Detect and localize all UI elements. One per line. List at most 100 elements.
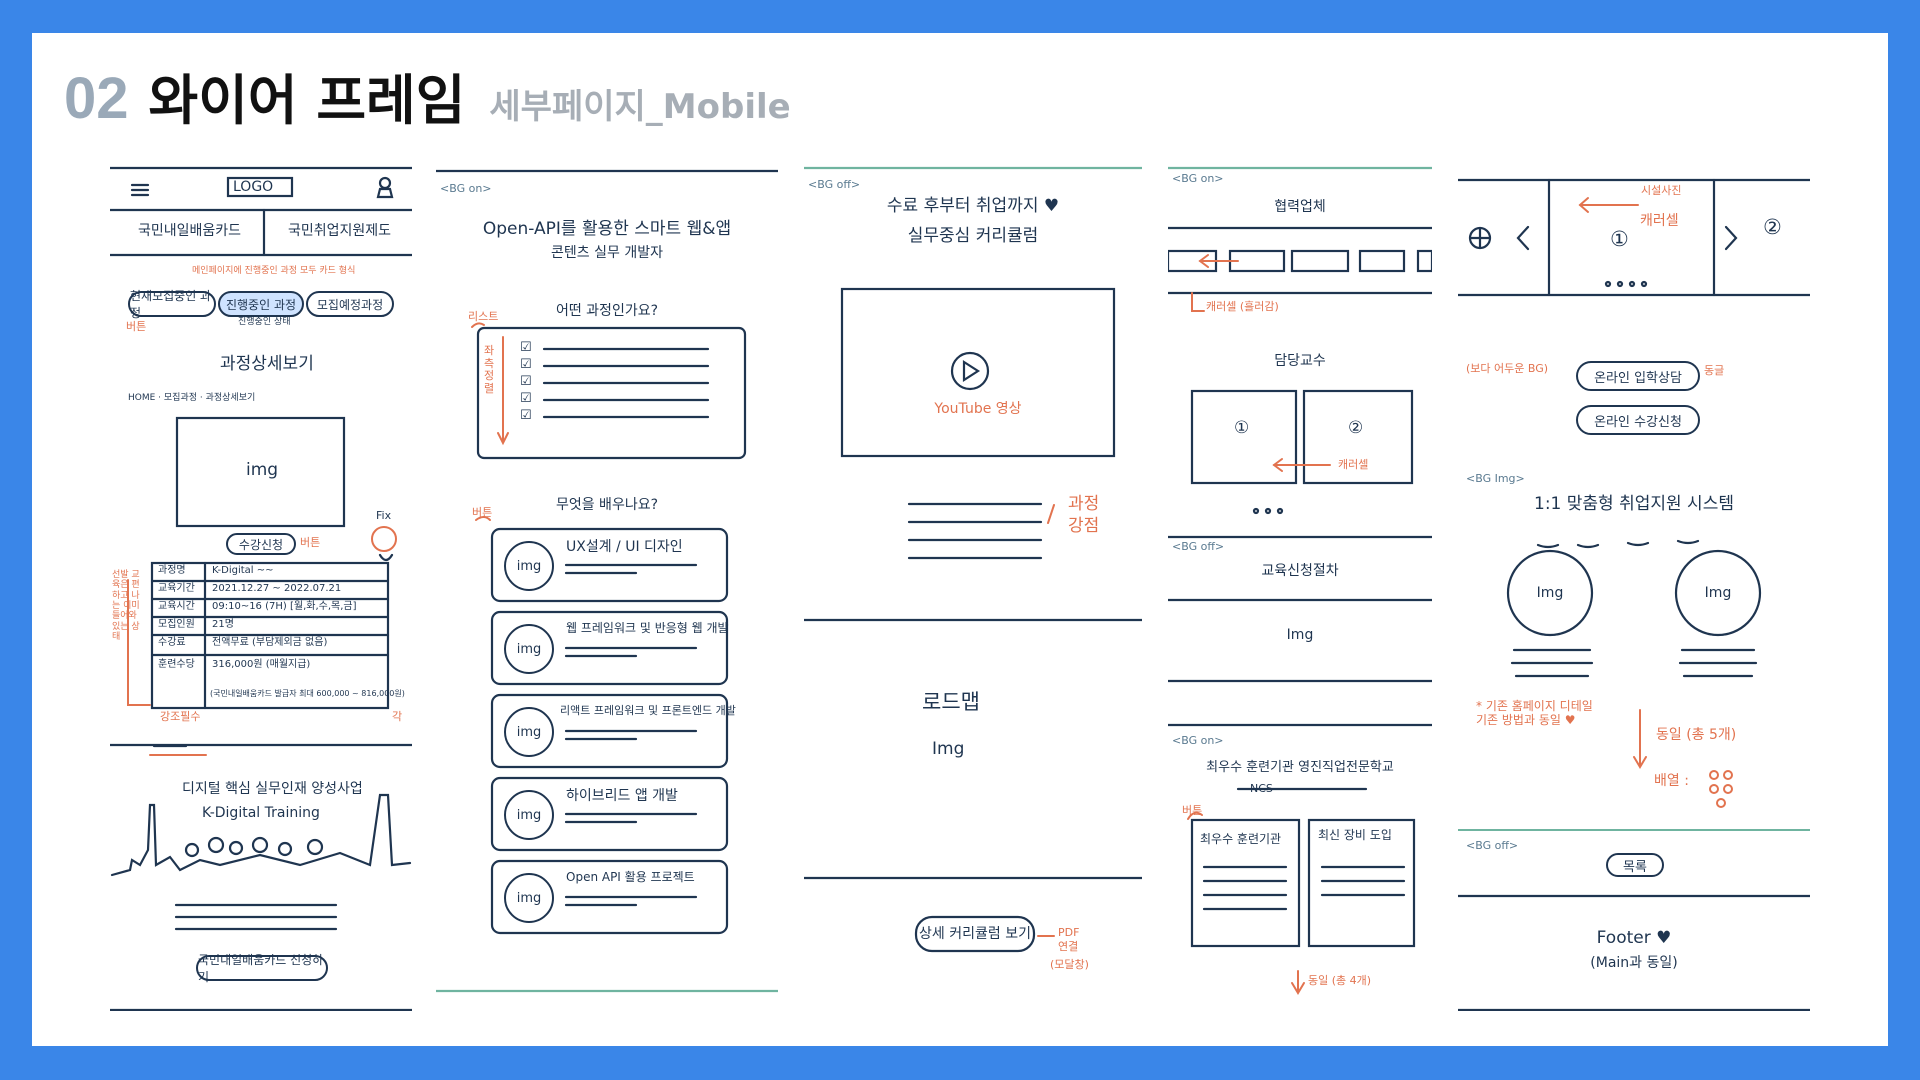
panel-4-sketch (1168, 166, 1432, 995)
roadmap-image: Img (932, 739, 965, 759)
wireframe-panel-2: <BG on> Open-API를 활용한 스마트 웹&앱 콘텐츠 실무 개발자… (436, 165, 778, 1011)
professor-1[interactable]: ① (1234, 418, 1249, 439)
bg-on-label: <BG on> (440, 182, 492, 195)
roadmap-label: 로드맵 (922, 690, 980, 714)
section-course-detail: 과정상세보기 (220, 354, 314, 374)
breadcrumb[interactable]: HOME · 모집과정 · 과정상세보기 (128, 393, 255, 403)
bg-on-label: <BG on> (1172, 172, 1224, 185)
logo[interactable]: LOGO (233, 179, 273, 195)
curriculum-title-1: 수료 후부터 취업까지 ♥ (886, 196, 1060, 216)
bg-img-label: <BG Img> (1466, 472, 1525, 485)
carousel-label: 캐러셀 (1338, 458, 1369, 471)
table-value: 전액무료 (부담제외금 없음) (212, 637, 328, 648)
course-title-1: Open-API를 활용한 스마트 웹&앱 (482, 219, 732, 239)
card-title[interactable]: 웹 프레임워크 및 반응형 웹 개발 (566, 621, 729, 636)
wireframe-panel-3: <BG off> 수료 후부터 취업까지 ♥ 실무중심 커리큘럼 YouTube… (804, 165, 1142, 1011)
red-align-note: 좌측 정렬 (484, 344, 495, 395)
same-note: 동일 (총 4개) (1308, 974, 1372, 987)
curriculum-title-2: 실무중심 커리큘럼 (907, 226, 1039, 246)
pill-upcoming[interactable]: 모집예정과정 (306, 291, 394, 317)
card-img: img (504, 624, 554, 674)
table-value: 2021.12.27 ~ 2022.07.21 (212, 583, 342, 594)
table-key: 훈련수당 (158, 659, 195, 670)
table-value: 316,000원 (매월지급) (212, 659, 311, 670)
carousel-slide-2[interactable]: ② (1763, 215, 1782, 239)
card-apply-button[interactable]: 국민내일배움카드 신청하기 (196, 953, 328, 984)
procedure-image: Img (1286, 627, 1314, 643)
carousel-slide-1[interactable]: ① (1610, 227, 1629, 251)
bg-darker-note: (보다 어두운 BG) (1466, 362, 1549, 375)
section-subtitle: 세부페이지_Mobile (489, 87, 791, 127)
table-value: K-Digital ~~ (212, 565, 274, 576)
banner-subtitle: K-Digital Training (202, 805, 320, 821)
footer-label: Footer ♥ (1596, 928, 1672, 948)
pill-note: 진행중인 상태 (238, 317, 291, 327)
tab-card[interactable]: 국민내일배움카드 (138, 223, 241, 239)
system-image-1: Img (1536, 585, 1564, 601)
table-key: 모집인원 (158, 619, 195, 630)
red-pdf-modal: (모달창) (1050, 958, 1089, 971)
check-icon: ☑ (520, 391, 532, 406)
system-image-2: Img (1704, 585, 1732, 601)
same-five-note: 동일 (총 5개) (1656, 727, 1737, 743)
check-icon: ☑ (520, 357, 532, 372)
red-note-course: 과정 (1068, 494, 1100, 514)
section-title: 와이어 프레임 (148, 69, 466, 132)
box-top-institute[interactable]: 최우수 훈련기관 (1200, 832, 1281, 847)
red-list-tag: 리스트 (468, 310, 499, 323)
panel-3-sketch (804, 166, 1142, 953)
professor-2[interactable]: ② (1348, 418, 1363, 439)
red-note-strength: 강점 (1068, 516, 1100, 536)
wireframe-panel-4: <BG on> 협력업체 캐러셀 (흘러감) 담당교수 ① ② 캐러셀 <BG … (1168, 165, 1432, 1011)
course-title-2: 콘텐츠 실무 개발자 (551, 245, 663, 261)
red-button-tag: 버튼 (1182, 804, 1203, 817)
online-consult-button[interactable]: 온라인 입학상담 (1576, 361, 1700, 391)
bg-off-label: <BG off> (808, 178, 861, 191)
professor-title: 담당교수 (1274, 353, 1326, 369)
fix-note: Fix (376, 509, 392, 522)
card-title[interactable]: Open API 활용 프로젝트 (566, 870, 695, 885)
table-key: 교육기간 (158, 583, 195, 594)
bg-off-label: <BG off> (1172, 540, 1225, 553)
online-enroll-button[interactable]: 온라인 수강신청 (1576, 405, 1700, 435)
red-foot: 강조필수 (160, 710, 201, 723)
youtube-video[interactable]: YouTube 영상 (842, 401, 1114, 417)
red-corner: 각 (392, 710, 403, 723)
apply-note: 버튼 (300, 536, 321, 549)
facility-photo-label: 시설사진 (1641, 184, 1682, 197)
round-note: 동글 (1704, 364, 1725, 377)
slide-title: 02 와이어 프레임 세부페이지_Mobile (64, 58, 791, 128)
system-title: 1:1 맞춤형 취업지원 시스템 (1534, 494, 1734, 514)
check-icon: ☑ (520, 340, 532, 355)
partner-title: 협력업체 (1274, 199, 1326, 215)
pill-recruiting[interactable]: 현재모집중인 과정 (128, 289, 216, 320)
wireframe-panel-1: LOGO 국민내일배움카드 국민취업지원제도 메인페이지에 진행중인 과정 모두… (110, 165, 412, 1011)
banner-title: 디지털 핵심 실무인재 양성사업 (182, 781, 363, 797)
card-title[interactable]: 하이브리드 앱 개발 (566, 788, 678, 804)
check-icon: ☑ (520, 374, 532, 389)
carousel-note: 캐러셀 (흘러감) (1206, 300, 1279, 313)
card-img: img (504, 790, 554, 840)
apply-button[interactable]: 수강신청 (226, 533, 296, 555)
tab-employment[interactable]: 국민취업지원제도 (288, 223, 391, 239)
note-top: 메인페이지에 진행중인 과정 모두 카드 형식 (192, 266, 356, 276)
card-title[interactable]: UX설계 / UI 디자인 (566, 539, 683, 555)
red-tag-button: 버튼 (126, 320, 147, 333)
pill-in-progress[interactable]: 진행중인 과정 (218, 291, 304, 317)
bg-on-label: <BG on> (1172, 734, 1224, 747)
box-latest-equipment[interactable]: 최신 장비 도입 (1318, 828, 1392, 843)
layout-note: 배열 : (1654, 773, 1689, 789)
card-img: img (504, 873, 554, 923)
bg-off-label: <BG off> (1466, 839, 1519, 852)
red-button-tag: 버튼 (472, 506, 493, 519)
list-button[interactable]: 목록 (1606, 853, 1664, 877)
red-pdf-link: 연결 (1058, 940, 1079, 953)
card-title[interactable]: 리액트 프레임워크 및 프론트엔드 개발 (560, 704, 736, 718)
red-pdf: PDF (1058, 926, 1080, 939)
curriculum-detail-button[interactable]: 상세 커리큘럼 보기 (916, 926, 1034, 942)
carousel-label: 캐러셀 (1640, 213, 1679, 229)
wireframe-panel-5: 시설사진 ① 캐러셀 ② (보다 어두운 BG) 온라인 입학상담 동글 온라인… (1458, 165, 1810, 1011)
table-key: 교육시간 (158, 601, 195, 612)
procedure-title: 교육신청절차 (1261, 563, 1339, 579)
table-value: 21명 (212, 619, 234, 630)
